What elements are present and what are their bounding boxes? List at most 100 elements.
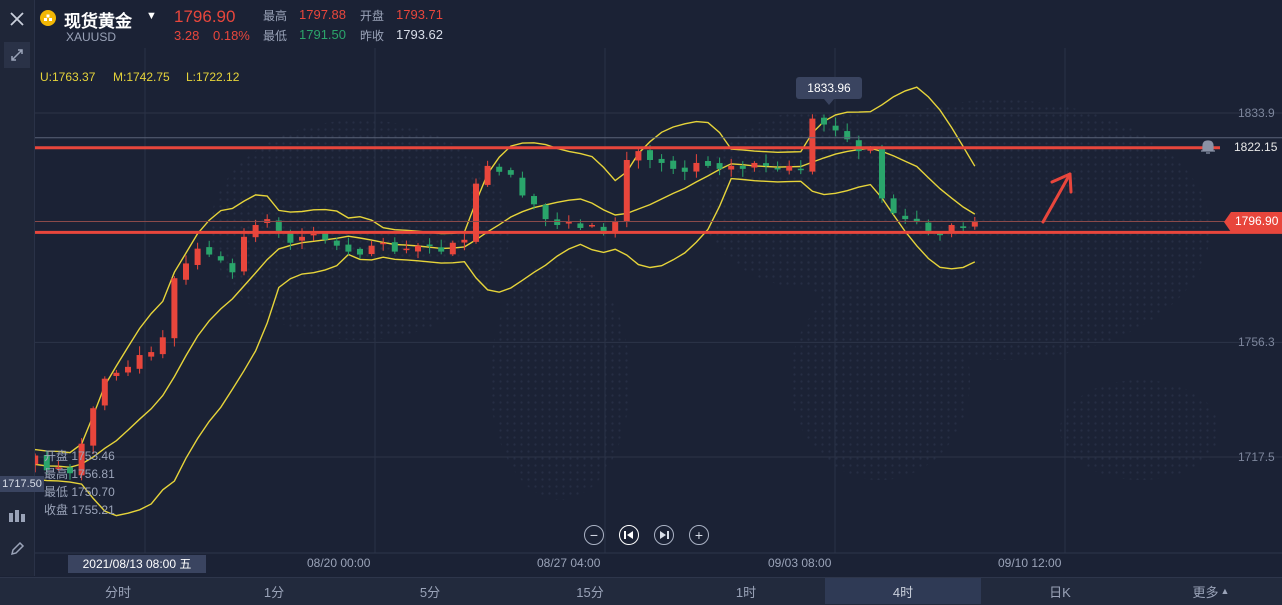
- candle-body: [194, 248, 201, 265]
- crosshair-low-value: 1750.70: [71, 485, 115, 499]
- tab-daily[interactable]: 日K: [982, 578, 1138, 604]
- price-axis-label: 1717.5: [1238, 450, 1275, 464]
- candle-body: [902, 215, 909, 220]
- symbol-dropdown-icon[interactable]: ▼: [146, 10, 157, 22]
- tab-timeshare[interactable]: 分时: [40, 578, 196, 604]
- tab-more[interactable]: 更多 ▲: [1140, 578, 1282, 604]
- candle-body: [461, 239, 468, 243]
- close-icon: [10, 12, 24, 26]
- crosshair-ohlc: 开盘 1753.46 最高 1756.81 最低 1750.70 收盘 1755…: [44, 447, 115, 519]
- skip-forward-button[interactable]: [654, 525, 674, 545]
- price-axis-label: 1756.3: [1238, 335, 1275, 349]
- candle-body: [693, 162, 700, 172]
- candle-body: [287, 233, 294, 243]
- tab-5min[interactable]: 5分: [352, 578, 508, 604]
- candle-body: [403, 248, 410, 251]
- price-change-percent: 0.18%: [213, 28, 250, 43]
- candle-body: [496, 166, 503, 172]
- tab-4hour[interactable]: 4时: [825, 578, 981, 604]
- candle-body: [380, 242, 387, 245]
- current-price-value: 1796.90: [1235, 214, 1279, 228]
- candle-body: [148, 352, 155, 357]
- crosshair-low-label: 最低: [44, 485, 69, 499]
- candle-body: [183, 263, 189, 280]
- quote-header: 现货黄金 ▼ XAUUSD 1796.90 3.28 0.18% 最高 1797…: [34, 0, 1282, 48]
- crosshair-close-value: 1755.21: [71, 503, 115, 517]
- plus-icon: +: [694, 527, 704, 543]
- alert-bell-button[interactable]: [1198, 138, 1218, 156]
- close-button[interactable]: [4, 6, 30, 32]
- candle-body: [136, 355, 143, 369]
- max-marker-pointer: [824, 99, 834, 105]
- candle-body: [438, 247, 445, 252]
- open-label: 开盘: [360, 9, 385, 23]
- candle-body: [937, 233, 943, 236]
- high-value: 1797.88: [299, 7, 346, 22]
- pencil-icon: [10, 541, 25, 556]
- candle-body: [113, 372, 120, 376]
- draw-button[interactable]: [4, 536, 30, 562]
- zoom-out-button[interactable]: −: [584, 525, 604, 545]
- candle-body: [658, 158, 665, 163]
- candle-body: [125, 366, 131, 373]
- candle-body: [229, 263, 236, 273]
- symbol-code: XAUUSD: [66, 30, 117, 44]
- candle-body: [299, 236, 305, 241]
- time-axis-label: 09/03 08:00: [768, 556, 832, 570]
- price-axis-label: 1833.9: [1238, 106, 1275, 120]
- candle-body: [763, 163, 769, 166]
- last-price: 1796.90: [174, 7, 236, 26]
- crosshair-high-label: 最高: [44, 467, 69, 481]
- candle-body: [716, 163, 723, 169]
- candle-body: [345, 244, 352, 252]
- candle-body: [171, 278, 178, 339]
- candle-body: [368, 245, 375, 255]
- symbol-name[interactable]: 现货黄金: [64, 7, 132, 32]
- caret-up-icon: ▲: [1220, 586, 1230, 596]
- tab-15min[interactable]: 15分: [512, 578, 668, 604]
- candle-body: [531, 196, 537, 205]
- candle-body: [797, 168, 804, 171]
- indicator-button[interactable]: [4, 503, 30, 529]
- crosshair-open-value: 1753.46: [71, 449, 115, 463]
- candle-body: [589, 225, 595, 227]
- indicator-icon: [9, 510, 25, 522]
- prev-close-label: 昨收: [360, 29, 385, 43]
- bell-icon: [1201, 140, 1215, 154]
- candle-body: [217, 256, 224, 261]
- candle-body: [275, 220, 282, 231]
- zoom-in-button[interactable]: +: [689, 525, 709, 545]
- reset-view-button[interactable]: [619, 525, 639, 545]
- alert-price-label: 1822.15: [1220, 139, 1282, 155]
- minus-icon: −: [589, 527, 599, 543]
- candle-body: [206, 247, 213, 255]
- more-label: 更多: [1192, 584, 1219, 600]
- candle-body: [542, 204, 549, 220]
- candle-body: [101, 378, 108, 406]
- candlestick-chart[interactable]: [0, 0, 1282, 577]
- candle-body: [855, 140, 862, 152]
- candle-body: [484, 165, 491, 185]
- prev-close-value: 1793.62: [396, 27, 443, 42]
- candle-body: [519, 177, 526, 196]
- crosshair-price-label: 1717.50: [0, 476, 44, 492]
- candle-body: [821, 117, 827, 125]
- price-change: 3.28: [174, 28, 200, 43]
- time-axis-label: 09/10 12:00: [998, 556, 1062, 570]
- candle-body: [890, 198, 897, 214]
- tab-1min[interactable]: 1分: [196, 578, 352, 604]
- candle-body: [809, 118, 816, 172]
- max-price-marker: 1833.96: [796, 77, 862, 99]
- fullscreen-button[interactable]: [4, 42, 30, 68]
- tab-1hour[interactable]: 1时: [668, 578, 824, 604]
- candle-body: [322, 233, 329, 240]
- candle-body: [241, 236, 247, 272]
- candle-body: [577, 223, 584, 228]
- skip-back-icon: [624, 531, 633, 539]
- candle-body: [391, 242, 398, 252]
- candle-body: [925, 222, 932, 231]
- time-axis-label: 08/27 04:00: [537, 556, 601, 570]
- candle-body: [90, 408, 97, 446]
- candle-body: [565, 222, 572, 224]
- candle-body: [415, 245, 421, 252]
